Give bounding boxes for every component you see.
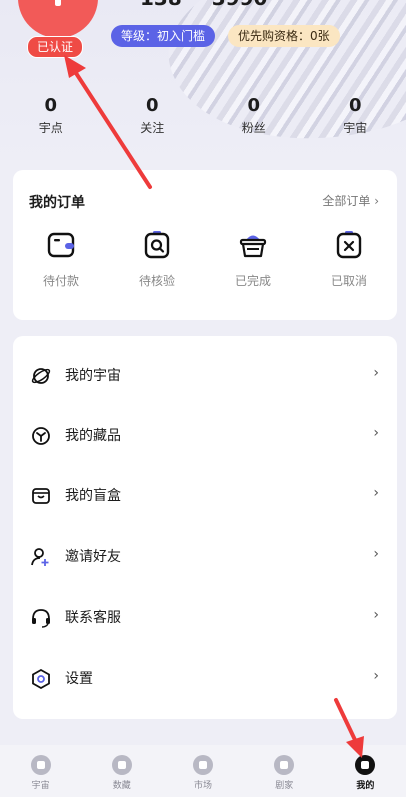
bottom-tab-bar: 宇宙 数藏 市场 剧家 我的 (0, 745, 406, 797)
menu-item-label: 设置 (65, 671, 93, 687)
order-status-row: 待付款 待核验 已完成 已取消 (13, 230, 397, 289)
stat-yudian[interactable]: 0 宇点 (0, 95, 102, 137)
menu-item-label: 我的藏品 (65, 428, 121, 444)
menu-item-settings[interactable]: 设置 › (13, 649, 397, 709)
tab-label: 数藏 (112, 781, 131, 791)
level-badge[interactable]: 等级：初入门槛 (111, 25, 216, 47)
menu-item-label: 我的宇宙 (65, 368, 121, 384)
chevron-right-icon: › (374, 194, 379, 208)
tab-universe[interactable]: 宇宙 (0, 745, 81, 797)
stat-value: 0 (247, 95, 261, 116)
user-name: 138 3990 (140, 0, 297, 10)
menu-item-label: 我的盲盒 (65, 488, 121, 504)
stat-label: 宇宙 (343, 121, 368, 135)
order-pending-payment[interactable]: 待付款 (21, 230, 101, 289)
tab-mine[interactable]: 我的 (325, 745, 406, 797)
menu-item-my-universe[interactable]: 我的宇宙 › (13, 346, 397, 406)
chevron-right-icon: › (373, 668, 379, 684)
planet-icon (31, 368, 51, 384)
chevron-right-icon: › (373, 607, 379, 623)
order-status-label: 已取消 (330, 274, 367, 288)
tab-label: 我的 (356, 781, 375, 791)
stat-fans[interactable]: 0 粉丝 (203, 95, 305, 137)
stat-value: 0 (44, 95, 58, 116)
chevron-right-icon: › (373, 365, 379, 381)
menu-item-customer-service[interactable]: 联系客服 › (13, 588, 397, 648)
stat-universe[interactable]: 0 宇宙 (305, 95, 406, 137)
name-part: 3990 (212, 0, 268, 10)
search-box-icon (144, 231, 170, 259)
tab-label: 市场 (194, 781, 213, 791)
order-status-label: 待付款 (42, 274, 79, 288)
tab-collection[interactable]: 数藏 (81, 745, 162, 797)
stat-value: 0 (145, 95, 159, 116)
tab-label: 剧家 (275, 781, 294, 791)
market-tab-icon (193, 755, 213, 775)
menu-item-label: 联系客服 (65, 610, 121, 626)
stat-following[interactable]: 0 关注 (102, 95, 204, 137)
menu-card: 我的宇宙 › 我的藏品 › 我的盲盒 › 邀请好友 › 联系客服 › 设置 › (13, 336, 397, 719)
verified-badge: 已认证 (27, 36, 84, 58)
collection-tab-icon (111, 755, 132, 775)
order-cancelled[interactable]: 已取消 (309, 230, 389, 289)
stat-label: 宇点 (38, 121, 63, 135)
orders-title: 我的订单 (29, 195, 85, 211)
chevron-right-icon: › (373, 425, 379, 441)
stat-label: 粉丝 (241, 121, 266, 135)
headset-icon (32, 609, 50, 628)
creators-tab-icon (274, 755, 295, 775)
stat-value: 0 (348, 95, 362, 116)
tab-market[interactable]: 市场 (162, 745, 243, 797)
wallet-icon (47, 232, 75, 258)
blindbox-icon (32, 488, 50, 504)
order-status-label: 已完成 (234, 274, 271, 288)
cancel-box-icon (336, 231, 362, 259)
basket-icon (239, 235, 267, 258)
orders-card: 我的订单 全部订单 › 待付款 待核验 已完成 已取消 (13, 170, 397, 320)
tab-label: 宇宙 (31, 781, 50, 791)
settings-icon (32, 669, 50, 689)
menu-item-invite-friends[interactable]: 邀请好友 › (13, 527, 397, 587)
priority-badge[interactable]: 优先购资格：0张 (228, 25, 340, 47)
order-pending-verify[interactable]: 待核验 (117, 230, 197, 289)
chevron-right-icon: › (373, 485, 379, 501)
invite-user-icon (31, 548, 49, 566)
menu-item-blind-box[interactable]: 我的盲盒 › (13, 466, 397, 526)
name-part: 138 (140, 0, 182, 10)
menu-item-my-collection[interactable]: 我的藏品 › (13, 406, 397, 466)
order-status-label: 待核验 (138, 274, 175, 288)
order-completed[interactable]: 已完成 (213, 230, 293, 289)
all-orders-label: 全部订单 (322, 194, 371, 208)
profile-tab-icon (355, 755, 376, 775)
tab-creators[interactable]: 剧家 (244, 745, 325, 797)
chevron-right-icon: › (373, 546, 379, 562)
stats-row: 0 宇点 0 关注 0 粉丝 0 宇宙 (0, 95, 406, 137)
stat-label: 关注 (140, 121, 165, 135)
menu-item-label: 邀请好友 (65, 549, 121, 565)
collection-icon (32, 427, 50, 445)
universe-tab-icon (30, 755, 51, 775)
all-orders-link[interactable]: 全部订单 › (322, 192, 379, 209)
